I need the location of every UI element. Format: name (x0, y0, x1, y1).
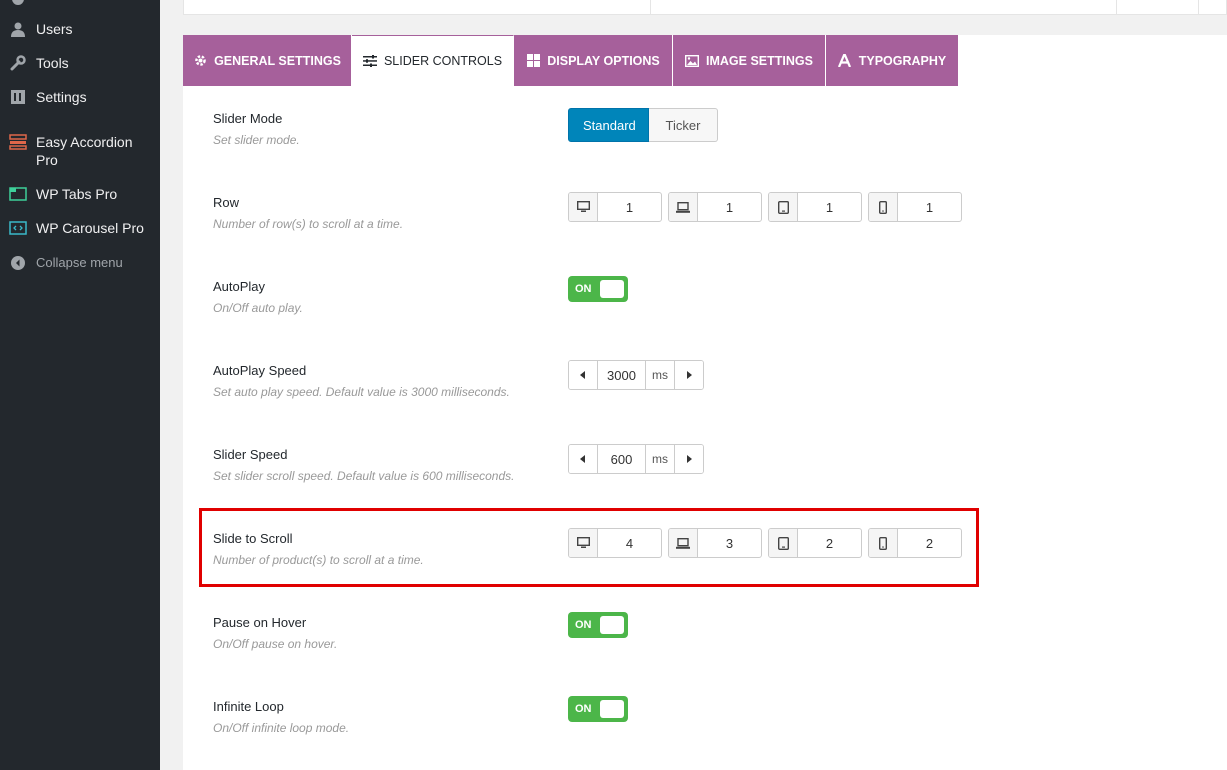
collapse-icon (8, 254, 28, 272)
infinite-loop-toggle[interactable]: ON (568, 696, 628, 722)
main-content: GENERAL SETTINGS SLIDER CONTROLS DISPLAY… (160, 0, 1227, 770)
slider-mode-selector: Standard Ticker (568, 108, 718, 142)
toggle-knob (600, 280, 624, 298)
slider-mode-ticker-button[interactable]: Ticker (649, 108, 718, 142)
sidebar-item-label: Settings (36, 89, 87, 105)
grid-icon (526, 54, 540, 68)
field-title: AutoPlay (213, 279, 266, 294)
sidebar-item-easy-accordion[interactable]: Easy Accordion Pro (0, 133, 160, 169)
gear-icon (193, 54, 207, 68)
settings-panel: GENERAL SETTINGS SLIDER CONTROLS DISPLAY… (183, 35, 1227, 770)
field-infinite-loop: Infinite Loop On/Off infinite loop mode. (213, 699, 1213, 735)
increment-button[interactable] (674, 445, 703, 473)
field-title: Pause on Hover (213, 615, 307, 630)
settings-tabs: GENERAL SETTINGS SLIDER CONTROLS DISPLAY… (183, 35, 959, 86)
row-mobile-field: 1 (868, 192, 962, 222)
toggle-label: ON (575, 703, 592, 715)
field-title: AutoPlay Speed (213, 363, 307, 378)
field-slider-speed: Slider Speed Set slider scroll speed. De… (213, 447, 1213, 483)
sidebar-item-label: WP Carousel Pro (36, 220, 144, 236)
users-icon (8, 20, 28, 38)
field-pause-on-hover: Pause on Hover On/Off pause on hover. (213, 615, 1213, 651)
autoplay-speed-input[interactable]: 3000 (598, 361, 645, 389)
field-title: Infinite Loop (213, 699, 284, 714)
tab-display-options[interactable]: DISPLAY OPTIONS (514, 35, 673, 86)
decrement-button[interactable] (569, 361, 598, 389)
field-title: Slider Speed (213, 447, 288, 462)
tab-typography[interactable]: TYPOGRAPHY (826, 35, 959, 86)
row-desktop-field: 1 (568, 192, 662, 222)
autoplay-toggle[interactable]: ON (568, 276, 628, 302)
slider-mode-standard-button[interactable]: Standard (568, 108, 649, 142)
row-mobile-input[interactable]: 1 (898, 193, 961, 221)
sidebar-item-wp-carousel[interactable]: WP Carousel Pro (0, 219, 160, 237)
pause-on-hover-toggle[interactable]: ON (568, 612, 628, 638)
sliders-icon (362, 54, 377, 68)
sidebar-item-label: Users (36, 21, 73, 37)
tablet-icon (769, 193, 798, 221)
sidebar-item-label: WP Tabs Pro (36, 186, 118, 202)
row-laptop-field: 1 (668, 192, 762, 222)
sidebar-item-label: Easy Accordion Pro (36, 134, 133, 168)
field-description: On/Off infinite loop mode. (213, 721, 350, 735)
plugin-icon (8, 0, 28, 8)
row-tablet-input[interactable]: 1 (798, 193, 861, 221)
tools-icon (8, 54, 28, 72)
slider-speed-spinner: 600 ms (568, 444, 704, 474)
row-inputs: 1 1 1 1 (568, 192, 962, 222)
decrement-button[interactable] (569, 445, 598, 473)
sidebar-item-settings[interactable]: Settings (0, 88, 160, 106)
tab-label: TYPOGRAPHY (858, 53, 947, 68)
image-icon (685, 54, 700, 68)
tab-general-settings[interactable]: GENERAL SETTINGS (183, 35, 352, 86)
field-description: On/Off pause on hover. (213, 637, 338, 651)
accordion-icon (8, 133, 28, 151)
increment-button[interactable] (674, 361, 703, 389)
autoplay-speed-spinner: 3000 ms (568, 360, 704, 390)
highlight-box (199, 508, 979, 587)
font-icon (838, 54, 852, 68)
settings-icon (8, 88, 28, 106)
field-description: On/Off auto play. (213, 301, 303, 315)
sidebar-item-apps[interactable] (0, 0, 160, 8)
top-box (183, 0, 1227, 15)
desktop-icon (569, 193, 598, 221)
sidebar-item-label: Tools (36, 55, 69, 71)
sidebar-item-wp-tabs[interactable]: WP Tabs Pro (0, 185, 160, 203)
unit-label: ms (645, 445, 674, 473)
sidebar-item-users[interactable]: Users (0, 20, 160, 38)
tabs-icon (8, 185, 28, 203)
collapse-menu-button[interactable]: Collapse menu (0, 254, 160, 272)
toggle-label: ON (575, 283, 592, 295)
field-description: Set auto play speed. Default value is 30… (213, 385, 510, 399)
field-description: Set slider scroll speed. Default value i… (213, 469, 515, 483)
row-tablet-field: 1 (768, 192, 862, 222)
unit-label: ms (645, 361, 674, 389)
sidebar-item-tools[interactable]: Tools (0, 54, 160, 72)
field-autoplay-speed: AutoPlay Speed Set auto play speed. Defa… (213, 363, 1213, 399)
toggle-knob (600, 616, 624, 634)
field-autoplay: AutoPlay On/Off auto play. (213, 279, 1213, 315)
toggle-knob (600, 700, 624, 718)
tab-label: DISPLAY OPTIONS (547, 53, 660, 68)
tab-label: GENERAL SETTINGS (214, 53, 341, 68)
tab-label: IMAGE SETTINGS (706, 53, 813, 68)
tab-image-settings[interactable]: IMAGE SETTINGS (673, 35, 826, 86)
row-desktop-input[interactable]: 1 (598, 193, 661, 221)
mobile-icon (869, 193, 898, 221)
tab-label: SLIDER CONTROLS (383, 54, 503, 68)
toggle-label: ON (575, 619, 592, 631)
laptop-icon (669, 193, 698, 221)
row-laptop-input[interactable]: 1 (698, 193, 761, 221)
admin-sidebar: Users Tools Settings Easy Accordion Pro … (0, 0, 160, 770)
carousel-icon (8, 219, 28, 237)
tab-slider-controls[interactable]: SLIDER CONTROLS (352, 35, 514, 86)
sidebar-item-label: Collapse menu (36, 255, 123, 270)
slider-speed-input[interactable]: 600 (598, 445, 645, 473)
